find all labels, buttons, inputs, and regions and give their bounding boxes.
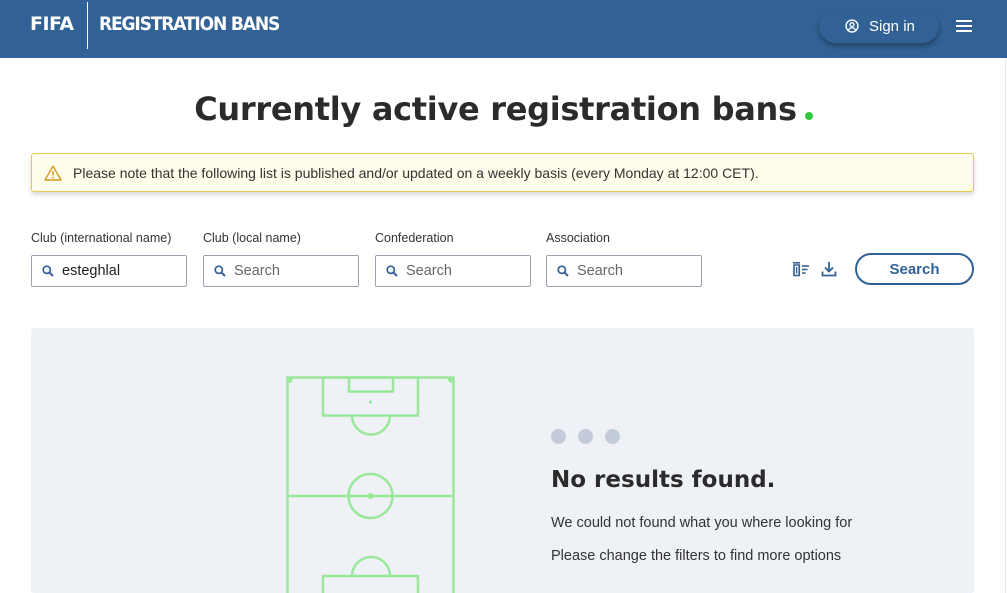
top-navigation-bar: FIFA REGISTRATION BANS Sign in — [0, 0, 1007, 58]
no-results-heading: No results found. — [551, 467, 776, 493]
association-input[interactable] — [577, 263, 697, 279]
page-title: Currently active registration bans — [194, 90, 797, 128]
loading-dots — [551, 429, 632, 444]
club-local-input[interactable] — [234, 263, 354, 279]
user-icon — [845, 19, 859, 33]
association-field[interactable] — [546, 255, 702, 287]
app-title[interactable]: REGISTRATION BANS — [99, 13, 280, 35]
search-icon — [557, 265, 569, 277]
fifa-logo[interactable]: FIFA — [30, 13, 74, 35]
confederation-input[interactable] — [406, 263, 526, 279]
live-status-dot — [804, 112, 813, 120]
download-icon[interactable] — [821, 261, 837, 277]
search-button[interactable]: Search — [855, 253, 974, 285]
results-panel: No results found. We could not found wha… — [31, 328, 974, 593]
club-local-label: Club (local name) — [203, 231, 301, 245]
club-international-label: Club (international name) — [31, 231, 172, 245]
page-heading: Currently active registration bans — [0, 90, 1007, 128]
search-icon — [42, 265, 54, 277]
sign-in-button[interactable]: Sign in — [819, 9, 939, 43]
association-label: Association — [546, 231, 610, 245]
football-pitch-icon — [286, 376, 455, 593]
club-local-field[interactable] — [203, 255, 359, 287]
logo-divider — [87, 2, 88, 49]
confederation-label: Confederation — [375, 231, 454, 245]
no-results-message: We could not found what you where lookin… — [551, 515, 853, 531]
club-international-field[interactable] — [31, 255, 187, 287]
sign-in-label: Sign in — [869, 17, 915, 35]
confederation-field[interactable] — [375, 255, 531, 287]
hamburger-menu-icon[interactable] — [956, 20, 972, 34]
notice-text: Please note that the following list is p… — [73, 164, 759, 181]
weekly-update-notice: Please note that the following list is p… — [31, 153, 974, 192]
warning-icon — [44, 165, 62, 181]
search-icon — [214, 265, 226, 277]
club-international-input[interactable] — [62, 263, 182, 279]
clear-filters-icon[interactable] — [792, 261, 810, 277]
search-icon — [386, 265, 398, 277]
no-results-hint: Please change the filters to find more o… — [551, 548, 842, 564]
